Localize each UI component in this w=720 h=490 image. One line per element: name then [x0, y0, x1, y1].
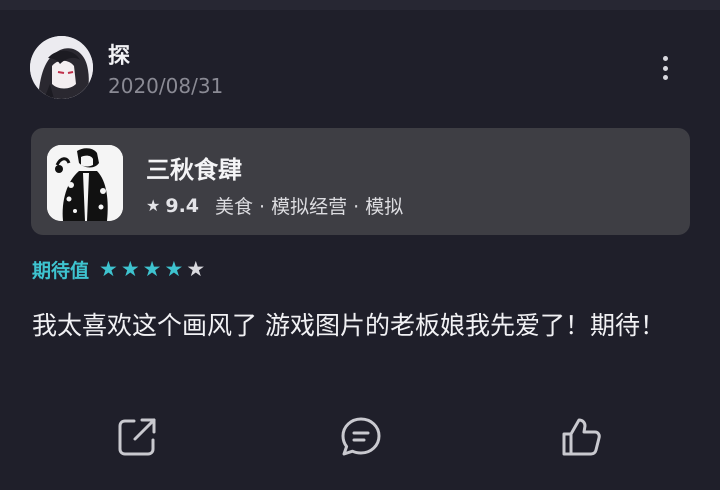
star-filled-icon: ★	[99, 257, 118, 281]
rating-label: 期待值	[32, 260, 90, 282]
game-card[interactable]: 三秋食肆 ★ 9.4 美食 · 模拟经营 · 模拟	[31, 128, 690, 235]
thumbs-up-icon[interactable]	[558, 414, 604, 460]
user-avatar[interactable]	[30, 36, 93, 99]
game-title: 三秋食肆	[146, 156, 242, 184]
review-card-page: 探 2020/08/31 三秋食肆 ★ 9.4 美食 · 模拟经营 · 模拟 期…	[0, 0, 720, 490]
star-filled-icon: ★	[164, 257, 184, 281]
star-icon: ★	[146, 196, 161, 215]
game-meta: ★ 9.4 美食 · 模拟经营 · 模拟	[146, 192, 403, 219]
game-score: 9.4	[165, 194, 200, 217]
game-tags: 美食 · 模拟经营 · 模拟	[215, 196, 404, 218]
star-filled-icon: ★	[142, 257, 162, 281]
share-icon[interactable]	[114, 414, 160, 460]
comment-icon[interactable]	[338, 414, 384, 460]
username[interactable]: 探	[108, 38, 130, 70]
star-filled-icon: ★	[120, 257, 140, 281]
top-divider	[0, 0, 720, 10]
more-options-icon[interactable]	[650, 52, 680, 84]
rating-stars: ★ ★ ★ ★ ★	[99, 259, 205, 280]
star-empty-icon: ★	[186, 257, 206, 281]
post-date: 2020/08/31	[108, 74, 224, 98]
game-icon	[47, 145, 123, 221]
review-text: 我太喜欢这个画风了 游戏图片的老板娘我先爱了！期待！	[32, 311, 665, 340]
expectation-rating: 期待值 ★ ★ ★ ★ ★	[32, 256, 205, 283]
